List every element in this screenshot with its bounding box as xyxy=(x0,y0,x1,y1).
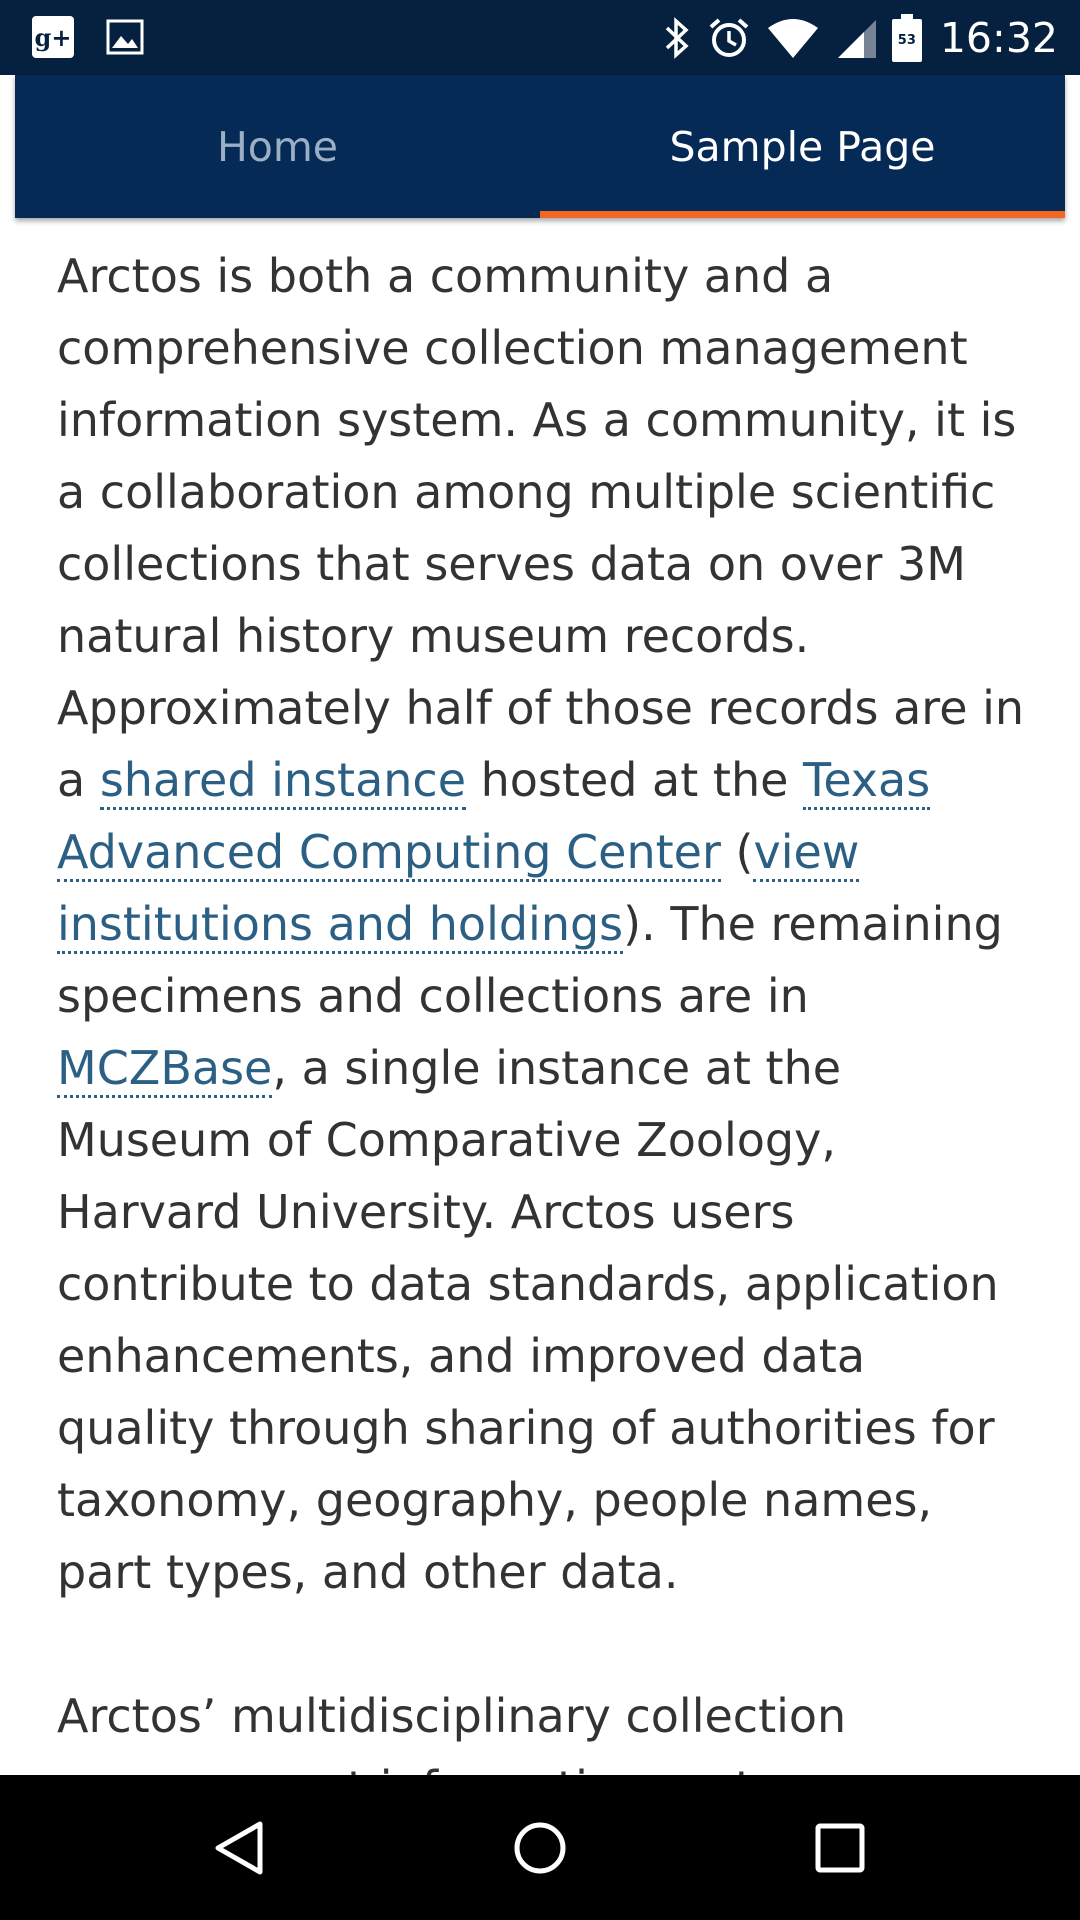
alarm-icon xyxy=(709,17,749,57)
back-icon xyxy=(215,1821,263,1874)
battery-level: 53 xyxy=(897,32,916,48)
cell-signal-icon xyxy=(837,19,876,58)
tab-home[interactable]: Home xyxy=(15,75,540,218)
recents-button[interactable] xyxy=(740,1775,940,1920)
bluetooth-icon xyxy=(665,16,689,59)
recents-icon xyxy=(815,1823,865,1872)
tab-bar: Home Sample Page xyxy=(15,75,1065,218)
status-time: 16:32 xyxy=(939,13,1058,62)
tab-sample-page[interactable]: Sample Page xyxy=(540,75,1065,218)
mczbase-link[interactable]: MCZBase xyxy=(57,1041,273,1098)
home-icon xyxy=(514,1822,566,1873)
paragraph-text: Arctos is both a community and a compreh… xyxy=(57,249,1025,807)
image-notification-icon xyxy=(106,19,144,55)
tab-home-label: Home xyxy=(216,122,339,171)
second-paragraph: Arctos’ multidisciplinary collection man… xyxy=(57,1689,847,1775)
paragraph-text: ( xyxy=(720,825,754,879)
active-tab-indicator xyxy=(540,211,1065,218)
page-content[interactable]: Arctos is both a community and a compreh… xyxy=(57,240,1027,1775)
back-button[interactable] xyxy=(140,1775,340,1920)
status-bar: g+ 53 16:32 xyxy=(0,0,1080,75)
wifi-icon xyxy=(767,18,818,58)
google-plus-icon: g+ xyxy=(32,16,74,58)
tab-sample-page-label: Sample Page xyxy=(669,122,936,171)
shared-instance-link[interactable]: shared instance xyxy=(99,753,467,810)
system-nav-bar xyxy=(0,1775,1080,1920)
paragraph-text: , a single instance at the Museum of Com… xyxy=(57,1041,999,1599)
home-button[interactable] xyxy=(440,1775,640,1920)
paragraph-text: hosted at the xyxy=(466,753,804,807)
intro-paragraph: Arctos is both a community and a compreh… xyxy=(57,240,1027,1608)
battery-icon: 53 xyxy=(891,13,922,62)
